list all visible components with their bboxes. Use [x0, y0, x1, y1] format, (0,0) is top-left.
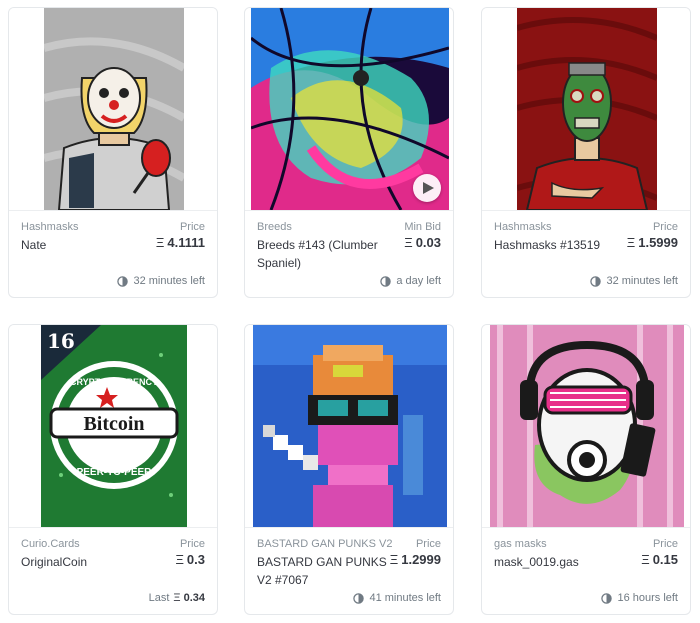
price-value: Ξ 0.03 [404, 235, 441, 250]
eth-icon: Ξ [626, 235, 636, 250]
artwork-image [253, 325, 447, 527]
clock-icon [117, 275, 129, 287]
price-amount: 0.15 [652, 552, 678, 567]
artwork-image: Bitcoin CRYPTOCURRENCY PEER-TO-PEER [41, 325, 187, 527]
divider [9, 210, 217, 211]
time-left: 41 minutes left [353, 592, 441, 604]
eth-icon: Ξ [155, 235, 165, 250]
divider [482, 527, 690, 528]
nft-card[interactable]: BASTARD GAN PUNKS V2 Price BASTARD GAN P… [244, 324, 454, 615]
nft-title[interactable]: OriginalCoin [21, 553, 151, 571]
price-amount: 0.3 [186, 552, 205, 567]
artwork-image [517, 8, 657, 210]
edition-number: 16 [47, 329, 75, 353]
play-button[interactable] [413, 174, 441, 202]
artwork-image [490, 325, 684, 527]
divider [245, 527, 453, 528]
divider [9, 527, 217, 528]
nft-card[interactable]: Breeds Min Bid Breeds #143 (Clumber Span… [244, 7, 454, 298]
nft-artwork[interactable] [482, 325, 690, 527]
time-left: 32 minutes left [590, 275, 678, 287]
price-amount: 1.2999 [401, 552, 441, 567]
time-left-text: 32 minutes left [606, 275, 678, 287]
time-left: 32 minutes left [117, 275, 205, 287]
nft-card[interactable]: Bitcoin CRYPTOCURRENCY PEER-TO-PEER 16 C… [8, 324, 218, 615]
price-value: Ξ 0.15 [641, 552, 678, 567]
nft-artwork[interactable]: Bitcoin CRYPTOCURRENCY PEER-TO-PEER 16 [9, 325, 217, 527]
art-text-bottom: PEER-TO-PEER [77, 467, 153, 478]
time-left-text: 41 minutes left [369, 592, 441, 604]
price-label: Min Bid [404, 221, 441, 233]
price-value: Ξ 1.2999 [390, 552, 441, 567]
eth-icon: Ξ [173, 592, 181, 604]
time-left-text: a day left [396, 275, 441, 287]
nft-title[interactable]: BASTARD GAN PUNKS V2 #7067 [257, 553, 387, 589]
nft-title[interactable]: Hashmasks #13519 [494, 236, 624, 254]
nft-card[interactable]: Hashmasks Price Hashmasks #13519 Ξ 1.5999… [481, 7, 691, 298]
time-left-text: 32 minutes left [133, 275, 205, 287]
clock-icon [590, 275, 602, 287]
nft-artwork[interactable] [245, 325, 453, 527]
price-label: Price [652, 221, 678, 233]
collection-name[interactable]: BASTARD GAN PUNKS V2 [257, 538, 393, 550]
divider [482, 210, 690, 211]
nft-artwork[interactable] [9, 8, 217, 210]
last-price: Last Ξ 0.34 [149, 592, 205, 604]
clock-icon [601, 592, 613, 604]
eth-icon: Ξ [389, 552, 399, 567]
price-amount: 0.03 [415, 235, 441, 250]
last-price-value: Ξ 0.34 [173, 592, 205, 604]
collection-name[interactable]: gas masks [494, 538, 547, 550]
nft-title[interactable]: Breeds #143 (Clumber Spaniel) [257, 236, 387, 272]
collection-name[interactable]: Hashmasks [494, 221, 551, 233]
price-value: Ξ 0.3 [175, 552, 205, 567]
eth-icon: Ξ [175, 552, 184, 567]
last-label: Last [148, 592, 170, 604]
art-text-main: Bitcoin [83, 413, 144, 435]
time-left-text: 16 hours left [617, 592, 678, 604]
collection-name[interactable]: Breeds [257, 221, 292, 233]
play-icon [423, 182, 434, 194]
nft-title[interactable]: Nate [21, 236, 151, 254]
nft-artwork[interactable] [482, 8, 690, 210]
clock-icon [353, 592, 365, 604]
artwork-image [44, 8, 184, 210]
price-amount: 4.1111 [167, 235, 205, 250]
nft-card[interactable]: Hashmasks Price Nate Ξ 4.1111 32 minutes … [8, 7, 218, 298]
price-label: Price [179, 538, 205, 550]
price-label: Price [652, 538, 678, 550]
nft-title[interactable]: mask_0019.gas [494, 553, 624, 571]
time-left: a day left [380, 275, 441, 287]
collection-name[interactable]: Hashmasks [21, 221, 78, 233]
price-value: Ξ 4.1111 [156, 235, 205, 250]
price-value: Ξ 1.5999 [627, 235, 678, 250]
eth-icon: Ξ [404, 235, 413, 250]
eth-icon: Ξ [641, 552, 650, 567]
price-label: Price [179, 221, 205, 233]
last-price-amount: 0.34 [183, 592, 205, 604]
nft-card[interactable]: gas masks Price mask_0019.gas Ξ 0.15 16 h… [481, 324, 691, 615]
collection-name[interactable]: Curio.Cards [21, 538, 80, 550]
nft-artwork[interactable] [245, 8, 453, 210]
price-amount: 1.5999 [638, 235, 678, 250]
clock-icon [380, 275, 392, 287]
divider [245, 210, 453, 211]
time-left: 16 hours left [601, 592, 678, 604]
price-label: Price [415, 538, 441, 550]
art-text-top: CRYPTOCURRENCY [70, 377, 158, 387]
